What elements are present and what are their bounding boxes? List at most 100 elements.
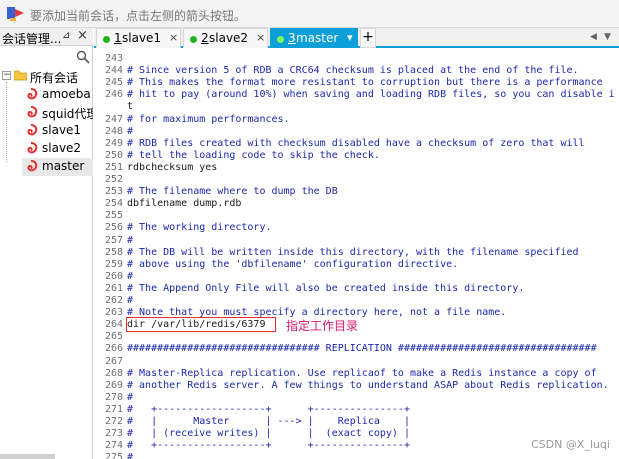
line-number: 261 (105, 282, 124, 294)
tab-scroll-left-icon[interactable]: ◀ (590, 32, 597, 42)
line-number: 269 (105, 379, 124, 391)
line-number: 273 (105, 428, 124, 440)
line-text: ################################ REPLICA… (127, 343, 597, 355)
session-item-amoeba[interactable]: amoeba (22, 86, 93, 104)
session-icon (27, 88, 38, 100)
line-text: # (127, 391, 134, 403)
line-number: 245 (105, 77, 124, 89)
session-item-master[interactable]: master (22, 158, 93, 176)
line-number: 243 (105, 53, 124, 64)
line-number: 252 (105, 174, 124, 185)
line-text: # This makes the format more resistant t… (127, 77, 603, 89)
line-number: 267 (105, 355, 124, 367)
tab-label: slave1 (122, 31, 162, 45)
session-label: amoeba (42, 87, 91, 101)
line-number: 266 (105, 343, 124, 355)
watermark: CSDN @X_luqi (531, 438, 610, 451)
line-text: # | Master | ---> | Replica | (127, 416, 410, 427)
pin-icon[interactable]: ⊿ (62, 30, 70, 41)
line-number: 257 (105, 234, 124, 246)
line-number: 244 (105, 65, 124, 77)
tab-close-icon[interactable]: × (169, 31, 178, 44)
session-icon (27, 142, 38, 154)
session-panel-title: 会话管理... (2, 32, 62, 46)
session-icon (27, 106, 38, 118)
add-session-arrow-icon[interactable] (6, 5, 26, 23)
tab-number: 2 (201, 31, 209, 45)
line-text: # (127, 295, 134, 306)
session-icon (27, 124, 38, 136)
tree-root-all-sessions[interactable]: − 所有会话 (2, 68, 93, 86)
line-number: 274 (105, 440, 124, 452)
session-item-slave2[interactable]: slave2 (22, 140, 93, 158)
line-text: # (127, 452, 134, 459)
line-text: # another Redis server. A few things to … (127, 379, 609, 391)
session-icon (27, 160, 38, 172)
session-manager-panel: 会话管理... ⊿ × − 所有会话 amoeba squid代理 slave1 (0, 28, 93, 459)
line-number: 272 (105, 416, 124, 427)
line-number: 248 (105, 125, 124, 137)
line-number: 246 (105, 89, 124, 101)
line-number: 247 (105, 113, 124, 125)
line-text: # The working directory. (127, 222, 272, 234)
session-label: slave1 (42, 123, 82, 137)
line-text: # The Append Only File will also be crea… (127, 282, 525, 294)
session-panel-header: 会话管理... ⊿ × (0, 28, 93, 46)
line-text: # Master-Replica replication. Use replic… (127, 367, 597, 379)
tab-label: slave2 (209, 31, 249, 45)
search-icon[interactable] (76, 50, 90, 64)
tab-menu-icon[interactable]: ▾ (347, 31, 353, 44)
new-tab-button[interactable]: + (360, 28, 376, 48)
connected-status-icon (103, 36, 110, 43)
highlight-box (126, 317, 276, 332)
line-text: # for maximum performances. (127, 113, 290, 125)
line-number: 264 (105, 319, 124, 331)
line-text: # (127, 234, 134, 246)
line-number: 250 (105, 149, 124, 161)
session-item-slave1[interactable]: slave1 (22, 122, 93, 140)
tab-bar: 1 slave1 × 2 slave2 × 3 master ▾ + ◀ ▼ (94, 28, 619, 48)
horizontal-scrollbar[interactable] (0, 454, 55, 459)
line-text: # The DB will be written inside this dir… (127, 246, 579, 258)
line-number: 254 (105, 198, 124, 210)
tab-slave1[interactable]: 1 slave1 × (96, 28, 181, 48)
line-number: 249 (105, 137, 124, 149)
connected-status-icon (190, 36, 197, 43)
line-text: # tell the loading code to skip the chec… (127, 149, 380, 161)
terminal-view[interactable]: 243 244 # Since version 5 of RDB a CRC64 c… (94, 49, 619, 459)
line-number: 263 (105, 307, 124, 319)
session-label: master (42, 159, 85, 173)
tree-connector (6, 82, 7, 162)
line-text: dbfilename dump.rdb (127, 198, 242, 210)
line-text: # above using the 'dbfilename' configura… (127, 258, 459, 270)
hint-bar: 要添加当前会话，点击左侧的箭头按钮。 (0, 0, 619, 28)
session-item-squid[interactable]: squid代理 (22, 104, 93, 122)
line-text: # +------------------+ +---------------+ (127, 403, 410, 415)
line-number: 251 (105, 161, 124, 173)
collapse-icon[interactable]: − (2, 71, 11, 80)
tab-number: 1 (114, 31, 122, 45)
tab-close-icon[interactable]: × (256, 31, 265, 44)
line-number: 265 (105, 331, 124, 343)
tab-master[interactable]: 3 master ▾ (270, 28, 358, 48)
tree-root-label: 所有会话 (30, 71, 79, 85)
line-text: rdbchecksum yes (127, 161, 218, 173)
folder-icon (14, 70, 27, 81)
session-label: slave2 (42, 141, 82, 155)
connected-status-icon (277, 36, 284, 43)
line-number: 256 (105, 222, 124, 234)
tab-slave2[interactable]: 2 slave2 × (183, 28, 268, 48)
line-text: # hit to pay (around 10%) when saving an… (127, 89, 615, 101)
line-text: # The filename where to dump the DB (127, 186, 338, 198)
tab-label: master (296, 31, 339, 45)
line-text: # RDB files created with checksum disabl… (127, 137, 585, 149)
line-text: # +------------------+ +---------------+ (127, 440, 410, 452)
line-number: 260 (105, 270, 124, 282)
tab-list-icon[interactable]: ▼ (604, 32, 611, 42)
line-number: 271 (105, 403, 124, 415)
line-text: # Since version 5 of RDB a CRC64 checksu… (127, 65, 579, 77)
line-number: 253 (105, 186, 124, 198)
close-icon[interactable]: × (77, 28, 88, 43)
line-text: # | (receive writes) | | (exact copy) | (127, 428, 410, 440)
line-number: 255 (105, 210, 124, 222)
